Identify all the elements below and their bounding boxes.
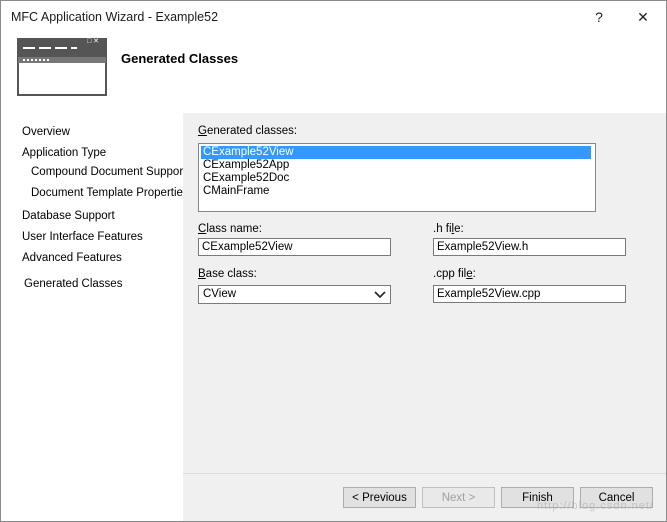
nav-item-user-interface-features[interactable]: User Interface Features (22, 231, 143, 243)
class-name-label: Class name: (198, 223, 262, 235)
wizard-window: MFC Application Wizard - Example52 ? ✕ □… (0, 0, 667, 522)
page-heading: Generated Classes (121, 51, 239, 66)
list-item[interactable]: CExample52App (201, 159, 289, 172)
generated-classes-label: Generated classes: (198, 125, 298, 137)
wizard-nav: Overview Application Type Compound Docum… (1, 113, 189, 521)
list-item[interactable]: CExample52Doc (201, 172, 289, 185)
nav-item-database-support[interactable]: Database Support (22, 210, 115, 222)
class-name-input[interactable] (198, 238, 391, 256)
nav-item-application-type[interactable]: Application Type (22, 147, 106, 159)
list-item[interactable]: CExample52View (201, 146, 591, 159)
nav-item-compound-document-support[interactable]: Compound Document Support (31, 166, 186, 178)
list-item[interactable]: CMainFrame (201, 185, 269, 198)
chevron-down-icon[interactable] (373, 288, 387, 301)
nav-item-document-template-properties[interactable]: Document Template Properties (31, 187, 189, 199)
help-button[interactable]: ? (585, 5, 613, 29)
cpp-file-label: .cpp file: (433, 268, 476, 280)
base-class-combobox[interactable]: CView (198, 285, 391, 304)
generated-classes-listbox[interactable]: CExample52View CExample52App CExample52D… (198, 143, 596, 212)
base-class-value: CView (203, 288, 237, 300)
nav-item-advanced-features[interactable]: Advanced Features (22, 252, 122, 264)
cpp-file-input[interactable] (433, 285, 626, 303)
h-file-label: .h file: (433, 223, 464, 235)
wizard-header: □ ✕ Generated Classes (1, 33, 666, 113)
base-class-label: Base class: (198, 268, 257, 280)
finish-button[interactable]: Finish (501, 487, 574, 508)
close-button[interactable]: ✕ (629, 5, 657, 29)
content-pane: Generated classes: CExample52View CExamp… (183, 113, 666, 521)
nav-item-overview[interactable]: Overview (22, 126, 70, 138)
nav-item-generated-classes[interactable]: Generated Classes (24, 278, 122, 290)
h-file-input[interactable] (433, 238, 626, 256)
previous-button[interactable]: < Previous (343, 487, 416, 508)
button-separator (183, 473, 666, 474)
banner-window-controls: □ ✕ (87, 38, 100, 45)
title-bar: MFC Application Wizard - Example52 ? ✕ (1, 1, 666, 33)
cancel-button[interactable]: Cancel (580, 487, 653, 508)
next-button[interactable]: Next > (422, 487, 495, 508)
window-title: MFC Application Wizard - Example52 (11, 10, 219, 24)
